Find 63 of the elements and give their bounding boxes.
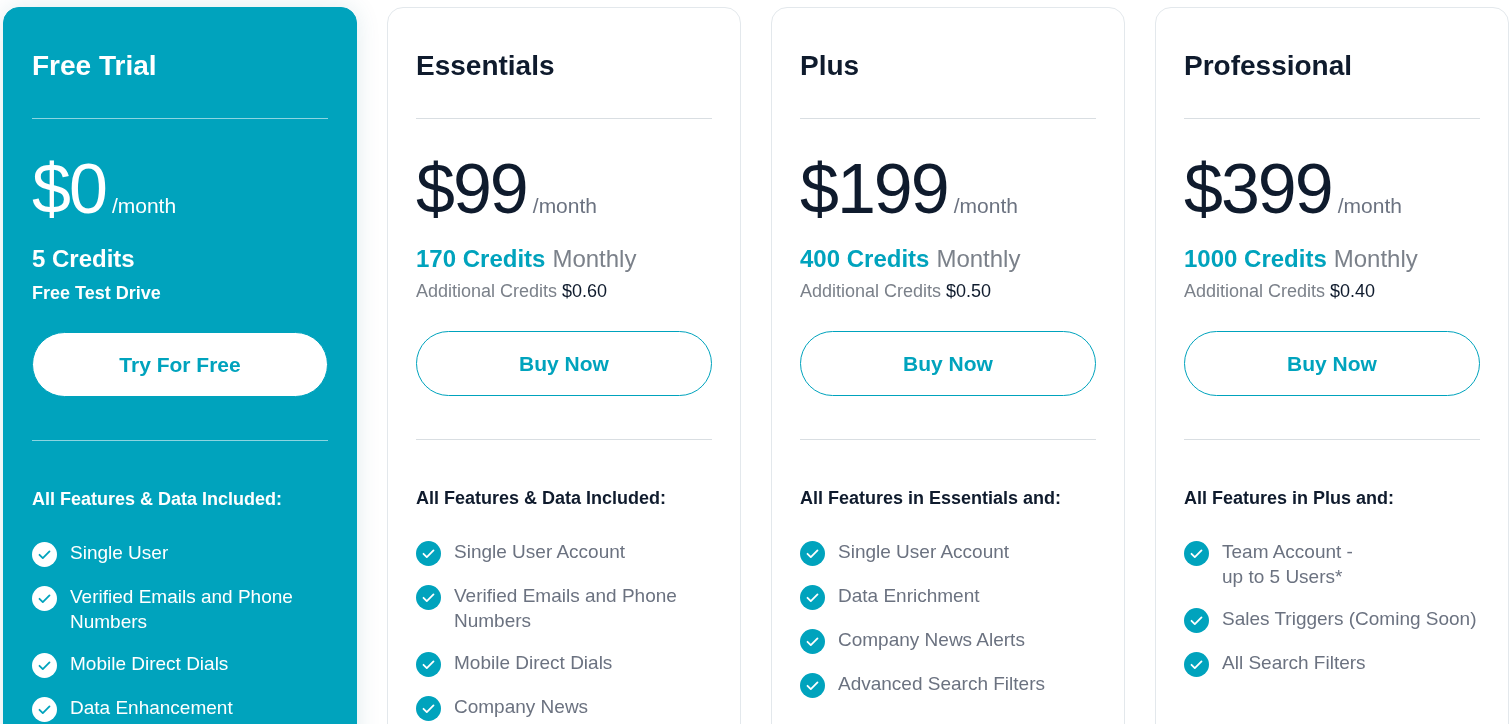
check-icon — [416, 585, 441, 610]
feature-text: Mobile Direct Dials — [454, 651, 613, 675]
credits-amount: 170 Credits — [416, 245, 546, 273]
feature-text: Verified Emails and Phone Numbers — [70, 585, 294, 634]
check-icon — [800, 541, 825, 566]
feature-text: Data Enrichment — [838, 584, 980, 608]
plan-name: Professional — [1184, 50, 1354, 83]
try-button[interactable]: Try For Free — [32, 332, 328, 397]
credits-amount: 400 Credits — [800, 245, 930, 273]
credits-amount: 5 Credits — [32, 245, 136, 273]
additional-credits-price: $0.40 — [1330, 281, 1376, 302]
feature-text: Company News Alerts — [838, 628, 1025, 652]
check-icon — [32, 586, 57, 611]
feature-text: Single User — [70, 541, 169, 565]
feature-text: Team Account - up to 5 Users* — [1222, 540, 1353, 589]
price-period: /month — [1337, 194, 1402, 218]
additional-credits-label: Additional Credits — [416, 281, 558, 302]
feature-text: Single User Account — [454, 540, 626, 564]
plan-price: $199 — [800, 149, 948, 229]
check-icon — [32, 542, 57, 567]
features-heading: All Features & Data Included: — [32, 489, 284, 510]
buy-button[interactable]: Buy Now — [1184, 331, 1480, 396]
check-icon — [800, 629, 825, 654]
credits-amount: 1000 Credits — [1184, 245, 1327, 273]
plan-price: $99 — [416, 149, 527, 229]
check-icon — [1184, 541, 1209, 566]
additional-credits-label: Additional Credits — [1184, 281, 1326, 302]
feature-text: Company News — [454, 695, 589, 719]
credits-period: Monthly — [936, 245, 1021, 273]
check-icon — [1184, 652, 1209, 677]
features-heading: All Features in Plus and: — [1184, 488, 1396, 509]
check-icon — [1184, 608, 1209, 633]
plan-price: $0 — [32, 149, 106, 229]
buy-button[interactable]: Buy Now — [416, 331, 712, 396]
feature-text: Advanced Search Filters — [838, 672, 1045, 696]
feature-text: Verified Emails and Phone Numbers — [454, 584, 678, 633]
additional-credits-price: $0.60 — [562, 281, 608, 302]
credits-period: Monthly — [552, 245, 637, 273]
feature-text: Mobile Direct Dials — [70, 652, 229, 676]
check-icon — [800, 673, 825, 698]
check-icon — [416, 652, 441, 677]
price-period: /month — [111, 194, 177, 218]
credits-period: Monthly — [1333, 245, 1418, 273]
additional-credits-label: Additional Credits — [800, 281, 942, 302]
feature-text: Sales Triggers (Coming Soon) — [1222, 607, 1477, 631]
plan-name: Free Trial — [32, 50, 158, 83]
check-icon — [416, 696, 441, 721]
buy-button[interactable]: Buy Now — [800, 331, 1096, 396]
feature-text: Single User Account — [838, 540, 1010, 564]
plan-price: $399 — [1184, 149, 1332, 229]
price-period: /month — [953, 194, 1018, 218]
features-heading: All Features & Data Included: — [416, 488, 668, 509]
feature-text: Data Enhancement — [70, 696, 233, 720]
check-icon — [32, 653, 57, 678]
price-period: /month — [532, 194, 597, 218]
check-icon — [800, 585, 825, 610]
check-icon — [416, 541, 441, 566]
additional-credits-price: $0.50 — [946, 281, 992, 302]
features-heading: All Features in Essentials and: — [800, 488, 1063, 509]
plan-note: Free Test Drive — [32, 283, 162, 304]
feature-text: All Search Filters — [1222, 651, 1366, 675]
plan-name: Essentials — [416, 50, 556, 83]
plan-name: Plus — [800, 50, 861, 83]
